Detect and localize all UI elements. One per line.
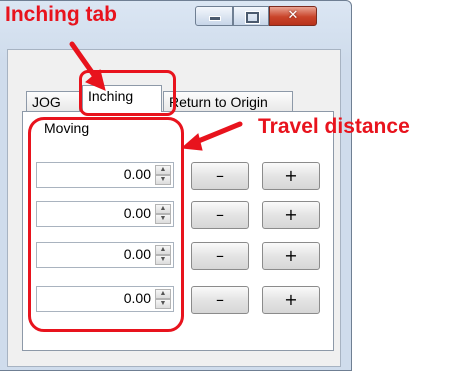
decrease-button-1[interactable]: – bbox=[191, 162, 249, 190]
decrease-button-2[interactable]: – bbox=[191, 201, 249, 229]
inching-tab-highlight bbox=[79, 70, 176, 116]
close-icon: ✕ bbox=[287, 8, 299, 23]
inching-tab-callout: Inching tab bbox=[5, 3, 117, 26]
increase-button-2[interactable]: + bbox=[262, 201, 320, 229]
tab-return-to-origin[interactable]: Return to Origin bbox=[163, 91, 293, 112]
minimize-button[interactable] bbox=[195, 6, 233, 26]
maximize-button[interactable] bbox=[233, 6, 269, 26]
increase-button-3[interactable]: + bbox=[262, 242, 320, 270]
decrease-button-3[interactable]: – bbox=[191, 242, 249, 270]
tab-jog[interactable]: JOG bbox=[26, 91, 80, 112]
screenshot-stage: ✕ JOG Inching Return to Origin Moving 0.… bbox=[0, 0, 471, 378]
decrease-button-4[interactable]: – bbox=[191, 286, 249, 314]
travel-distance-callout: Travel distance bbox=[258, 115, 410, 138]
minimize-icon bbox=[209, 16, 221, 21]
travel-distance-highlight bbox=[28, 117, 184, 332]
maximize-icon bbox=[246, 12, 259, 23]
increase-button-4[interactable]: + bbox=[262, 286, 320, 314]
increase-button-1[interactable]: + bbox=[262, 162, 320, 190]
close-button[interactable]: ✕ bbox=[269, 6, 317, 26]
caption-buttons: ✕ bbox=[191, 6, 341, 28]
